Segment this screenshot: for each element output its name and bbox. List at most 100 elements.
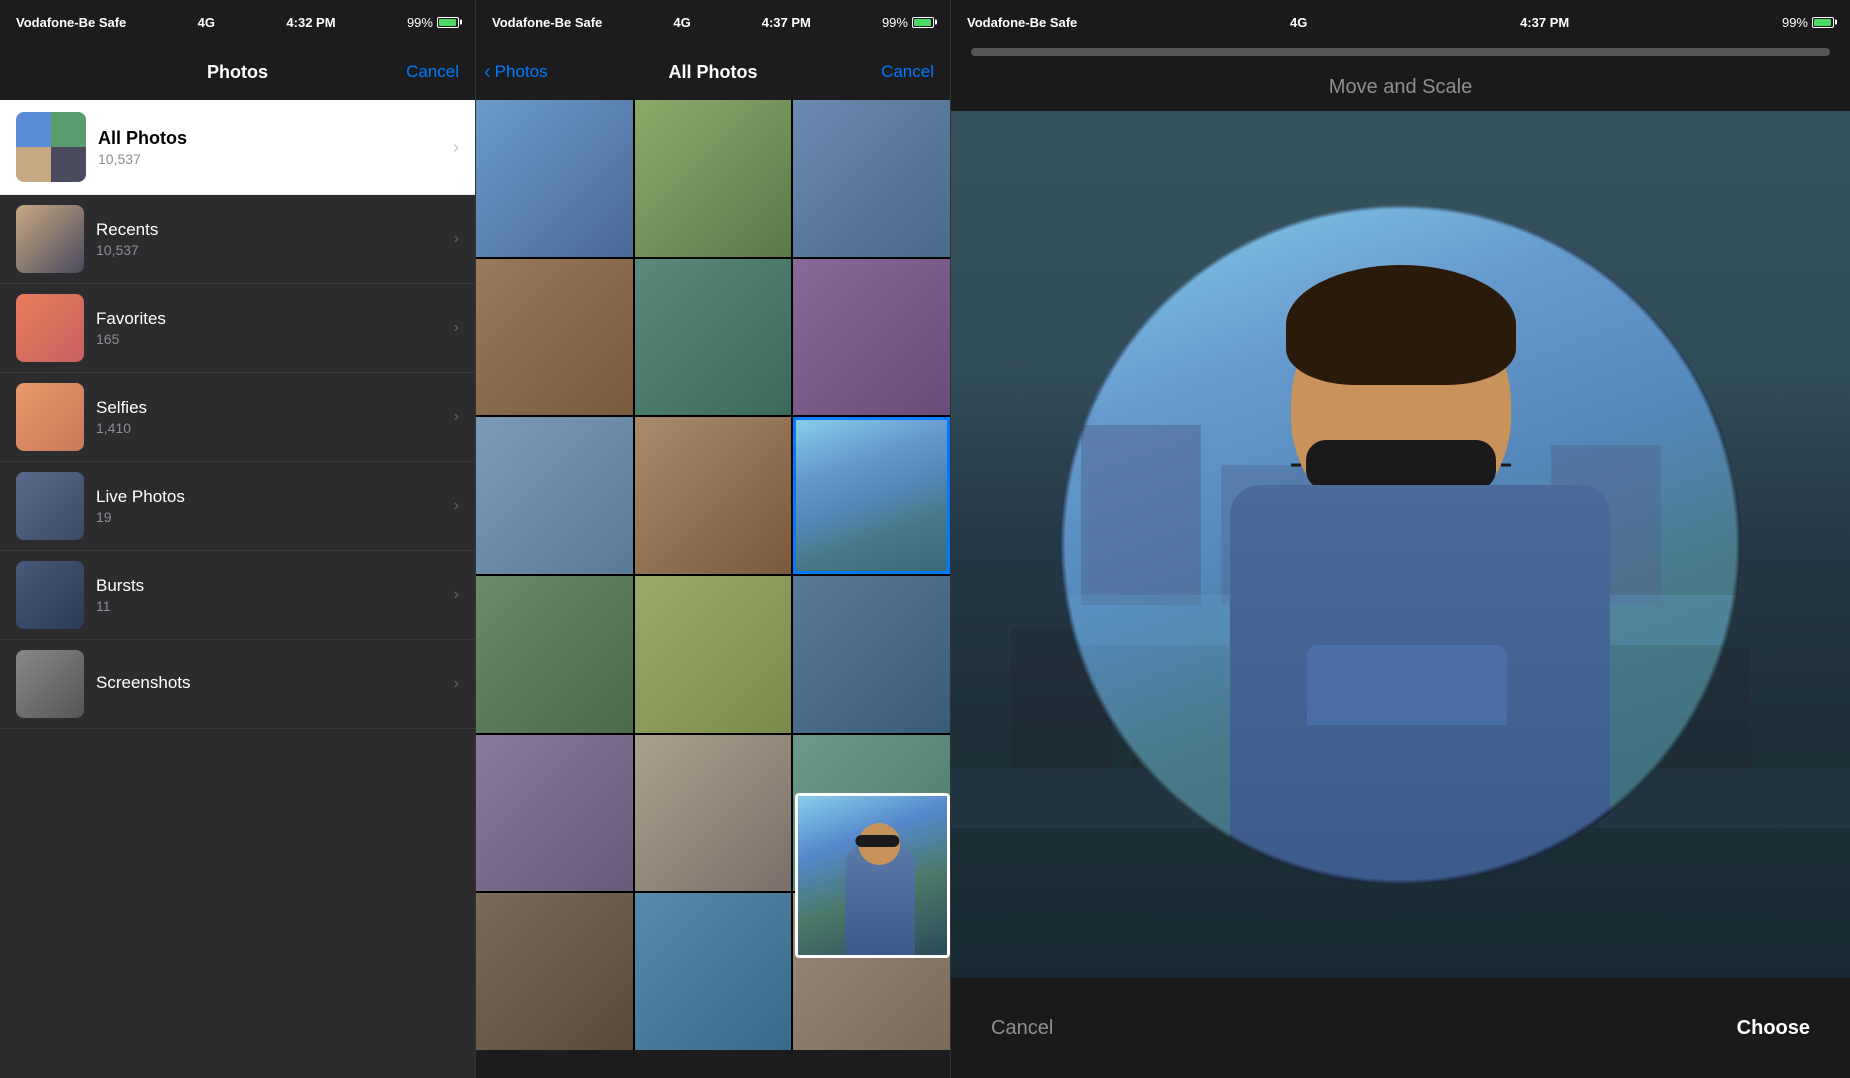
battery-percent-3: 99% bbox=[1782, 15, 1808, 30]
album-row-livephotos[interactable]: Live Photos 19 › bbox=[0, 462, 475, 551]
photo-cell[interactable] bbox=[635, 259, 792, 416]
network-1: 4G bbox=[198, 15, 215, 30]
selected-photo-preview bbox=[795, 793, 950, 958]
thumb-cell-1 bbox=[16, 112, 51, 147]
battery-area-2: 99% bbox=[882, 15, 934, 30]
status-bar-3: Vodafone-Be Safe 4G 4:37 PM 99% bbox=[951, 0, 1850, 44]
jacket-collar bbox=[1307, 645, 1507, 725]
battery-fill-2 bbox=[914, 19, 931, 26]
back-button[interactable]: ‹ Photos bbox=[484, 61, 548, 84]
photo-cell[interactable] bbox=[476, 100, 633, 257]
photo-cell[interactable] bbox=[476, 576, 633, 733]
album-row-selfies[interactable]: Selfies 1,410 › bbox=[0, 373, 475, 462]
album-row-screenshots[interactable]: Screenshots › bbox=[0, 640, 475, 729]
battery-icon-2 bbox=[912, 17, 934, 28]
album-row-favorites[interactable]: Favorites 165 › bbox=[0, 284, 475, 373]
panel-move-scale: Vodafone-Be Safe 4G 4:37 PM 99% Move and… bbox=[950, 0, 1850, 1078]
nav-title-2: All Photos bbox=[669, 62, 758, 83]
bursts-name: Bursts bbox=[96, 576, 442, 596]
sunglasses bbox=[1306, 440, 1496, 490]
editor-bottom: Cancel Choose bbox=[951, 978, 1850, 1078]
nav-bar-1: Photos Cancel bbox=[0, 44, 475, 100]
photo-cell[interactable] bbox=[635, 735, 792, 892]
nav-bar-2: ‹ Photos All Photos Cancel bbox=[476, 44, 950, 100]
carrier-1: Vodafone-Be Safe bbox=[16, 15, 126, 30]
battery-area-1: 99% bbox=[407, 15, 459, 30]
preview-sunglasses bbox=[855, 835, 899, 847]
photo-cell[interactable] bbox=[476, 893, 633, 1050]
cancel-button-1[interactable]: Cancel bbox=[406, 62, 459, 82]
thumb-cell-3 bbox=[16, 147, 51, 182]
livephotos-thumb bbox=[16, 472, 84, 540]
photo-cell[interactable] bbox=[476, 735, 633, 892]
photo-cell[interactable] bbox=[635, 893, 792, 1050]
all-photos-chevron-icon: › bbox=[453, 137, 459, 158]
photo-editor[interactable] bbox=[951, 111, 1850, 978]
panel-all-photos: Vodafone-Be Safe 4G 4:37 PM 99% ‹ Photos… bbox=[475, 0, 950, 1078]
livephotos-info: Live Photos 19 bbox=[96, 487, 442, 525]
favorites-chevron-icon: › bbox=[454, 319, 459, 337]
battery-area-3: 99% bbox=[1782, 15, 1834, 30]
thumb-cell-4 bbox=[51, 147, 86, 182]
bursts-count: 11 bbox=[96, 598, 442, 614]
all-photos-album-row[interactable]: All Photos 10,537 › bbox=[0, 100, 475, 195]
photo-cell[interactable] bbox=[476, 417, 633, 574]
album-row-recents[interactable]: Recents 10,537 › bbox=[0, 195, 475, 284]
selfies-chevron-icon: › bbox=[454, 408, 459, 426]
all-photos-count: 10,537 bbox=[98, 151, 441, 167]
move-scale-title: Move and Scale bbox=[951, 60, 1850, 111]
photo-cell[interactable] bbox=[635, 417, 792, 574]
editor-choose-button[interactable]: Choose bbox=[1737, 1017, 1810, 1040]
preview-inner bbox=[798, 796, 947, 955]
editor-cancel-button[interactable]: Cancel bbox=[991, 1017, 1053, 1040]
favorites-thumb bbox=[16, 294, 84, 362]
screenshots-thumb bbox=[16, 650, 84, 718]
back-label: Photos bbox=[495, 62, 548, 82]
recents-name: Recents bbox=[96, 220, 442, 240]
selfies-thumb bbox=[16, 383, 84, 451]
photo-cell[interactable] bbox=[635, 100, 792, 257]
all-photos-name: All Photos bbox=[98, 128, 441, 149]
photo-grid-container bbox=[476, 100, 950, 1078]
livephotos-name: Live Photos bbox=[96, 487, 442, 507]
nav-title-1: Photos bbox=[207, 62, 268, 83]
photo-cell[interactable] bbox=[793, 100, 950, 257]
photo-cell[interactable] bbox=[476, 259, 633, 416]
bursts-thumb bbox=[16, 561, 84, 629]
photo-cell[interactable] bbox=[635, 576, 792, 733]
photo-cell[interactable] bbox=[793, 259, 950, 416]
network-2: 4G bbox=[673, 15, 690, 30]
favorites-info: Favorites 165 bbox=[96, 309, 442, 347]
recents-count: 10,537 bbox=[96, 242, 442, 258]
all-photos-info: All Photos 10,537 bbox=[98, 128, 441, 167]
circle-mask[interactable] bbox=[1061, 205, 1741, 885]
battery-icon-1 bbox=[437, 17, 459, 28]
livephotos-chevron-icon: › bbox=[454, 497, 459, 515]
top-bar-indicator bbox=[971, 48, 1830, 56]
cancel-button-2[interactable]: Cancel bbox=[881, 62, 934, 82]
carrier-2: Vodafone-Be Safe bbox=[492, 15, 602, 30]
status-bar-1: Vodafone-Be Safe 4G 4:32 PM 99% bbox=[0, 0, 475, 44]
selfies-info: Selfies 1,410 bbox=[96, 398, 442, 436]
recents-thumb bbox=[16, 205, 84, 273]
album-row-bursts[interactable]: Bursts 11 › bbox=[0, 551, 475, 640]
screenshots-info: Screenshots bbox=[96, 673, 442, 695]
person-hair bbox=[1286, 265, 1516, 385]
battery-icon-3 bbox=[1812, 17, 1834, 28]
favorites-name: Favorites bbox=[96, 309, 442, 329]
selfies-name: Selfies bbox=[96, 398, 442, 418]
bursts-info: Bursts 11 bbox=[96, 576, 442, 614]
albums-list: Recents 10,537 › Favorites 165 › Selfies… bbox=[0, 195, 475, 1078]
all-photos-thumb bbox=[16, 112, 86, 182]
c-building-1 bbox=[1081, 425, 1201, 605]
selfies-count: 1,410 bbox=[96, 420, 442, 436]
screenshots-name: Screenshots bbox=[96, 673, 442, 693]
battery-percent-2: 99% bbox=[882, 15, 908, 30]
screenshots-chevron-icon: › bbox=[454, 675, 459, 693]
thumb-cell-2 bbox=[51, 112, 86, 147]
photo-cell-selected[interactable] bbox=[793, 417, 950, 574]
time-3: 4:37 PM bbox=[1520, 15, 1569, 30]
time-1: 4:32 PM bbox=[286, 15, 335, 30]
circle-inner bbox=[1061, 205, 1741, 885]
photo-cell[interactable] bbox=[793, 576, 950, 733]
